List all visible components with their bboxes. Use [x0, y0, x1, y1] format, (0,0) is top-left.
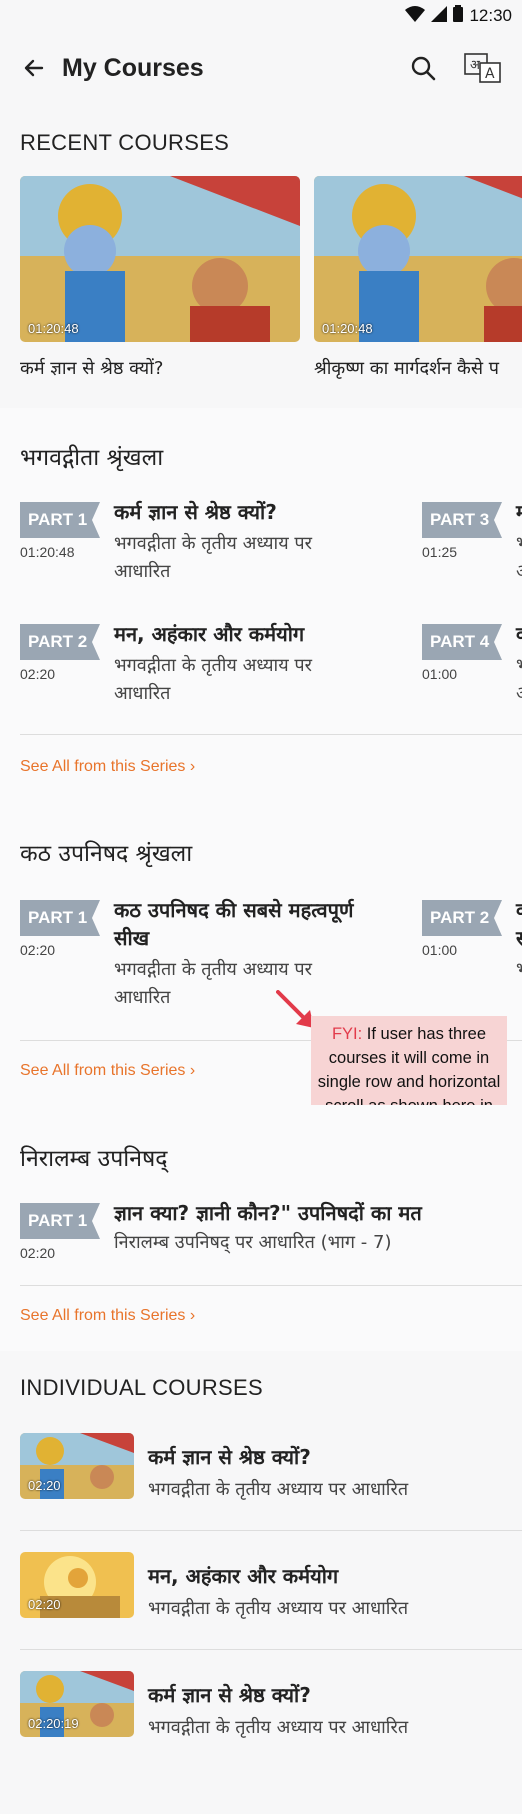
series-heading: निरालम्ब उपनिषद् — [20, 1146, 168, 1172]
course-title[interactable]: व — [516, 620, 522, 648]
recent-courses-heading: RECENT COURSES — [20, 130, 230, 155]
back-arrow-icon[interactable] — [20, 54, 48, 82]
course-thumbnail: 01:20:48 — [20, 176, 300, 342]
see-all-link[interactable]: See All from this Series › — [20, 758, 195, 776]
chevron-right-icon: › — [189, 1307, 196, 1324]
krishna-arjuna-image — [20, 176, 300, 342]
duration-label: 02:20 — [20, 942, 56, 958]
series-heading: भगवद्गीता श्रृंखला — [20, 445, 164, 471]
course-subtitle: आधारित — [114, 987, 171, 1008]
see-all-link[interactable]: See All from this Series › — [20, 1307, 195, 1325]
course-title-line2[interactable]: सीख — [114, 924, 149, 952]
course-title: कर्म ज्ञान से श्रेष्ठ क्यों? — [148, 1445, 311, 1469]
fyi-label: FYI: — [331, 1025, 363, 1043]
individual-courses-section: INDIVIDUAL COURSES 02:20 कर्म ज्ञान से श… — [0, 1375, 522, 1738]
course-title[interactable]: कर्म ज्ञान से श्रेष्ठ क्यों? — [114, 498, 277, 526]
duration-label: 01:00 — [422, 942, 458, 958]
course-thumbnail: 02:20 — [20, 1552, 134, 1618]
duration-label: 01:20:48 — [28, 321, 79, 336]
individual-courses-heading: INDIVIDUAL COURSES — [20, 1375, 263, 1400]
recent-course-card[interactable]: 01:20:48 कर्म ज्ञान से श्रेष्ठ क्यों? — [20, 176, 300, 380]
course-subtitle: भगवद्गीता के तृतीय अध्याय पर — [114, 655, 312, 676]
part-badge: PART 2 — [422, 900, 502, 936]
duration-label: 01:25 — [422, 544, 458, 560]
course-title: मन, अहंकार और कर्मयोग — [148, 1564, 339, 1588]
divider — [20, 1530, 522, 1531]
course-title[interactable]: क — [516, 896, 522, 924]
course-title: श्रीकृष्ण का मार्गदर्शन कैसे प — [314, 358, 499, 379]
duration-label: 02:20:19 — [28, 1716, 79, 1731]
part-badge: PART 4 — [422, 624, 502, 660]
individual-course-row[interactable]: 02:20 मन, अहंकार और कर्मयोग भगवद्गीता के… — [20, 1552, 522, 1672]
recent-courses-section: RECENT COURSES 01:20:48 कर्म ज्ञान से श्… — [0, 130, 522, 408]
individual-course-row[interactable]: 02:20:19 कर्म ज्ञान से श्रेष्ठ क्यों? भग… — [20, 1671, 522, 1791]
course-subtitle: भगवद्गीता के तृतीय अध्याय पर आधारित — [148, 1479, 409, 1500]
course-title: कर्म ज्ञान से श्रेष्ठ क्यों? — [148, 1683, 311, 1707]
battery-icon — [453, 5, 464, 27]
divider — [20, 1285, 522, 1286]
svg-text:A: A — [485, 66, 495, 82]
translate-icon[interactable]: अA — [464, 49, 502, 87]
course-thumbnail: 02:20:19 — [20, 1671, 134, 1737]
course-subtitle: भगवद्गीता के तृतीय अध्याय पर आधारित — [148, 1598, 409, 1619]
part-badge: PART 1 — [20, 1203, 100, 1239]
wifi-icon — [405, 5, 426, 27]
duration-label: 02:20 — [20, 1245, 56, 1261]
course-subtitle: आधारित — [114, 683, 171, 704]
status-bar: 12:30 — [0, 0, 522, 32]
part-badge: PART 3 — [422, 502, 502, 538]
duration-label: 02:20 — [28, 1597, 61, 1612]
chevron-right-icon: › — [189, 1062, 196, 1079]
duration-label: 01:20:48 — [20, 544, 75, 560]
see-all-label: See All from this Series — [20, 1062, 186, 1079]
app-bar: My Courses अA — [0, 32, 522, 104]
series-bhagavad-gita: भगवद्गीता श्रृंखला PART 1 01:20:48 कर्म … — [0, 408, 522, 800]
see-all-link[interactable]: See All from this Series › — [20, 1062, 195, 1080]
part-badge: PART 2 — [20, 624, 100, 660]
course-subtitle: भ — [516, 956, 522, 984]
course-title[interactable]: मन, अहंकार और कर्मयोग — [114, 620, 304, 648]
duration-label: 02:20 — [28, 1478, 61, 1493]
duration-label: 01:20:48 — [322, 321, 373, 336]
course-subtitle: भगवद्गीता के तृतीय अध्याय पर आधारित — [148, 1717, 409, 1738]
course-subtitle: निरालम्ब उपनिषद् पर आधारित (भाग - 7) — [114, 1232, 392, 1253]
duration-label: 01:00 — [422, 666, 458, 682]
course-title-line2[interactable]: स — [516, 924, 522, 952]
krishna-arjuna-image — [314, 176, 522, 342]
page-title: My Courses — [62, 53, 204, 82]
course-subtitle: भगवद्गीता के तृतीय अध्याय पर — [114, 959, 312, 980]
course-subtitle: भ — [516, 652, 522, 680]
course-subtitle: आ — [516, 680, 522, 708]
series-heading: कठ उपनिषद श्रृंखला — [20, 841, 193, 867]
status-time: 12:30 — [469, 6, 512, 25]
course-thumbnail: 02:20 — [20, 1433, 134, 1499]
course-subtitle: आ — [516, 558, 522, 586]
signal-icon — [431, 5, 448, 27]
see-all-label: See All from this Series — [20, 758, 186, 775]
course-title[interactable]: कठ उपनिषद की सबसे महत्वपूर्ण — [114, 896, 353, 924]
course-subtitle: आधारित — [114, 561, 171, 582]
chevron-right-icon: › — [189, 758, 196, 775]
see-all-label: See All from this Series — [20, 1307, 186, 1324]
search-icon[interactable] — [404, 49, 442, 87]
course-title[interactable]: ज्ञान क्या? ज्ञानी कौन?" उपनिषदों का मत — [114, 1199, 422, 1227]
series-niralamba-upanishad: निरालम्ब उपनिषद् PART 1 02:20 ज्ञान क्या… — [0, 1105, 522, 1351]
course-title: कर्म ज्ञान से श्रेष्ठ क्यों? — [20, 358, 164, 379]
course-subtitle: भ — [516, 530, 522, 558]
recent-course-card[interactable]: 01:20:48 श्रीकृष्ण का मार्गदर्शन कैसे प — [314, 176, 522, 380]
part-badge: PART 1 — [20, 502, 100, 538]
course-thumbnail: 01:20:48 — [314, 176, 522, 342]
individual-course-row[interactable]: 02:20 कर्म ज्ञान से श्रेष्ठ क्यों? भगवद्… — [20, 1433, 522, 1553]
course-title[interactable]: म — [516, 498, 522, 526]
divider — [20, 734, 522, 735]
duration-label: 02:20 — [20, 666, 56, 682]
part-badge: PART 1 — [20, 900, 100, 936]
course-subtitle: भगवद्गीता के तृतीय अध्याय पर — [114, 533, 312, 554]
divider — [20, 1649, 522, 1650]
